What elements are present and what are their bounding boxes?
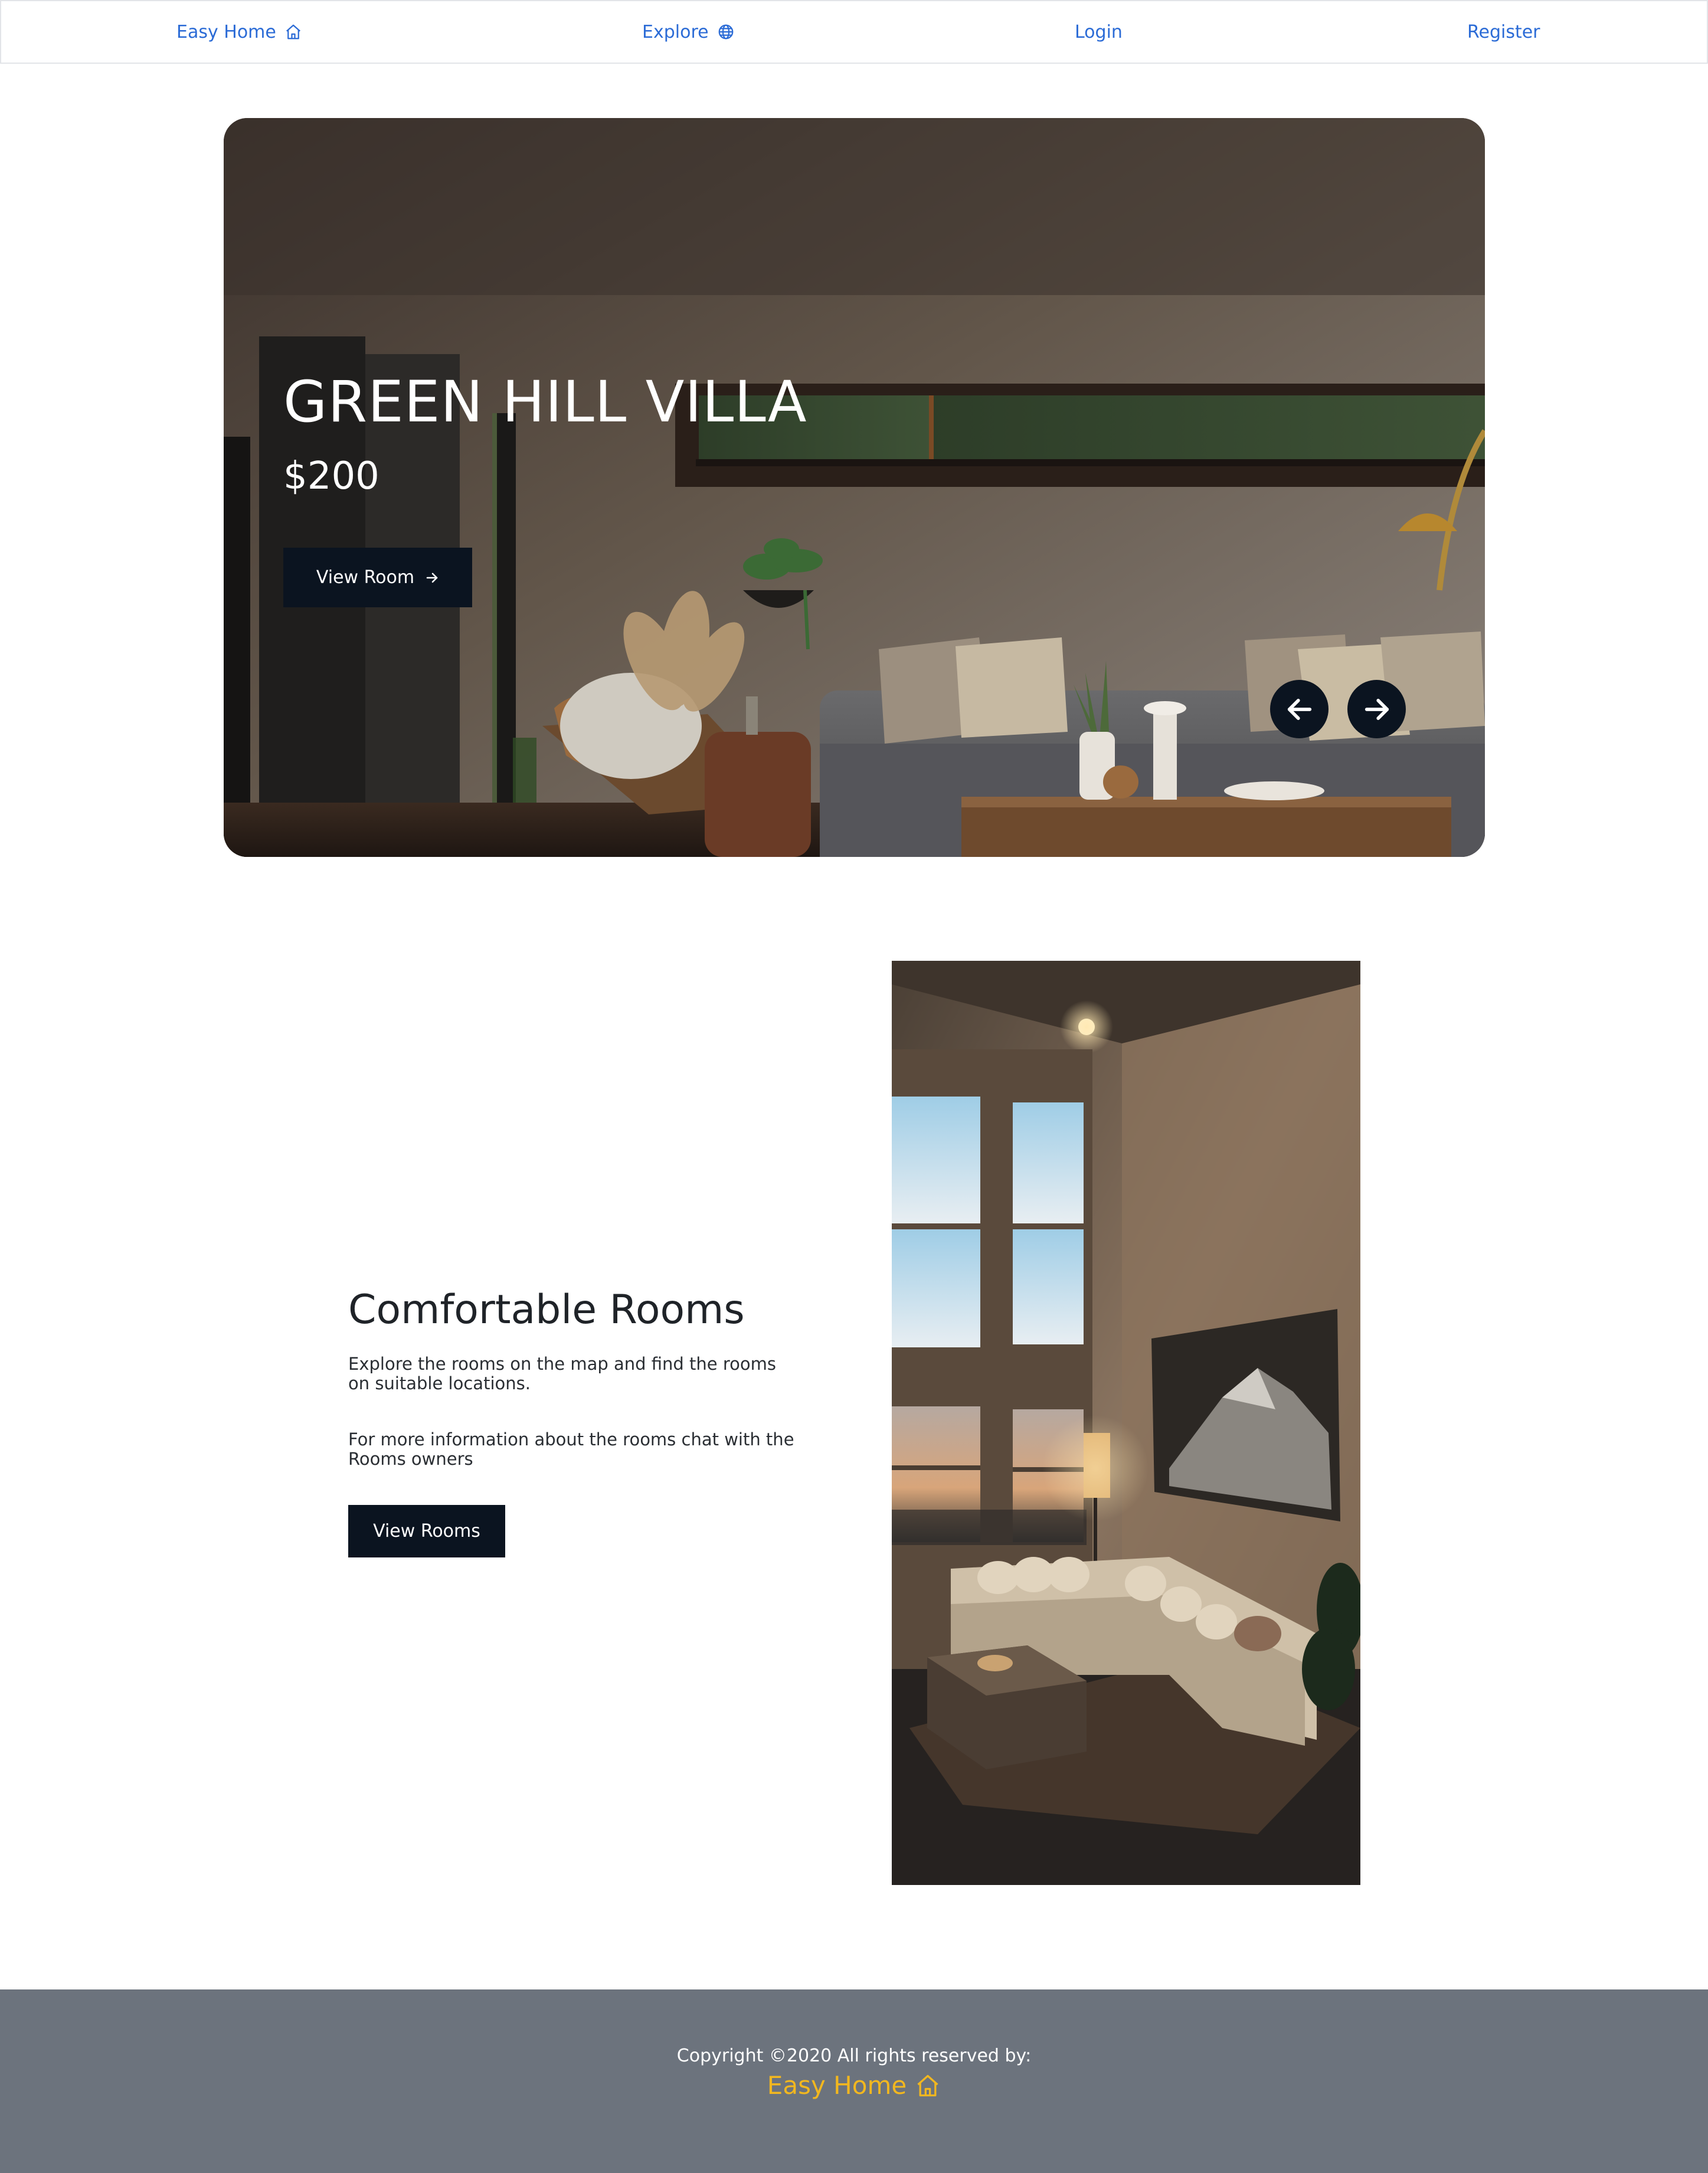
navbar: Easy Home Explore Login Register [0, 0, 1708, 64]
hero-price: $200 [283, 454, 379, 498]
arrow-left-icon [1287, 698, 1311, 720]
nav-explore-label: Explore [642, 21, 709, 42]
feature-description-chat: For more information about the rooms cha… [348, 1429, 794, 1469]
home-icon [286, 24, 300, 40]
nav-register-link[interactable]: Register [1467, 1, 1540, 63]
footer-brand-label: Easy Home [767, 2071, 907, 2100]
footer: Copyright ©2020 All rights reserved by: … [0, 1989, 1708, 2173]
arrow-right-icon [426, 572, 438, 582]
hero-title: GREEN HILL VILLA [283, 369, 807, 435]
feature-title: Comfortable Rooms [348, 1287, 745, 1333]
nav-login-link[interactable]: Login [1075, 1, 1123, 63]
hero-living-room-image [224, 118, 1485, 857]
view-rooms-button[interactable]: View Rooms [348, 1505, 505, 1557]
feature-description-map: Explore the rooms on the map and find th… [348, 1354, 776, 1393]
arrow-right-icon [1365, 698, 1389, 720]
globe-icon [718, 24, 733, 40]
feature-room-image [892, 961, 1360, 1885]
nav-home-label: Easy Home [176, 21, 276, 42]
room-photo [892, 961, 1360, 1885]
view-room-label: View Room [316, 567, 415, 588]
nav-explore-link[interactable]: Explore [642, 1, 735, 63]
carousel-prev-button[interactable] [1270, 680, 1329, 738]
view-room-button[interactable]: View Room [283, 548, 472, 607]
footer-copyright: Copyright ©2020 All rights reserved by: [676, 2046, 1032, 2066]
footer-brand-link[interactable]: Easy Home [0, 2071, 1708, 2100]
carousel-next-button[interactable] [1347, 680, 1406, 738]
nav-home-link[interactable]: Easy Home [176, 1, 302, 63]
home-icon [917, 2074, 938, 2096]
hero-carousel: GREEN HILL VILLA $200 View Room [224, 118, 1485, 857]
